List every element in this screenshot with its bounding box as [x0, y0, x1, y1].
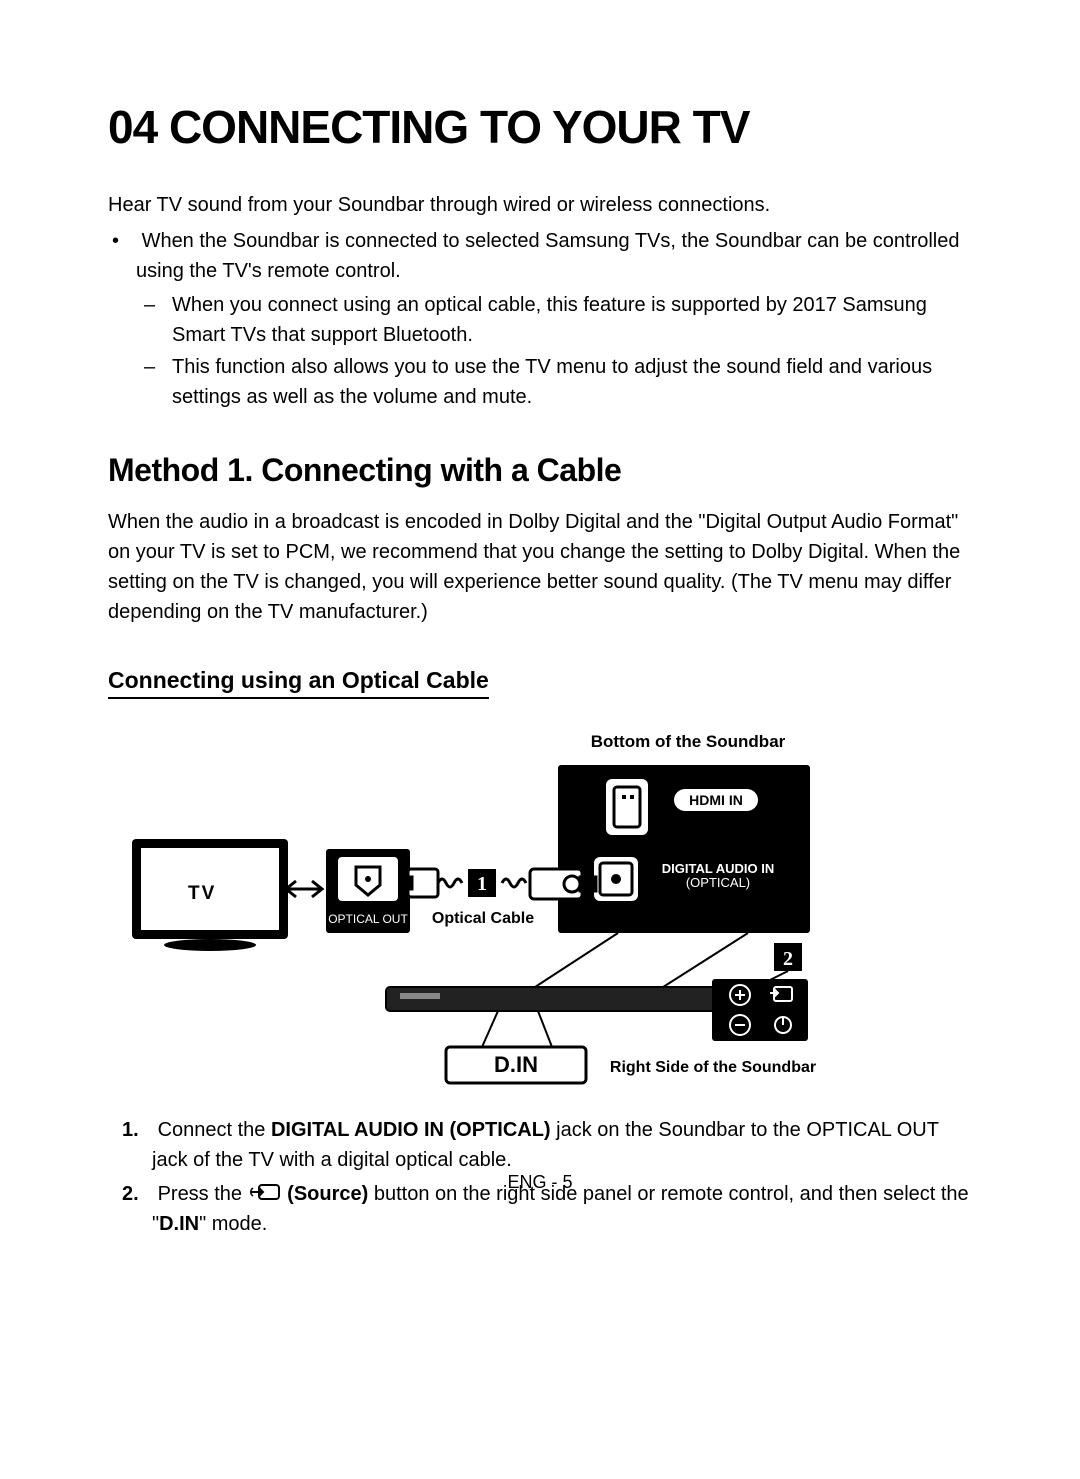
tv-illustration: TV: [132, 839, 288, 951]
intro-text: Hear TV sound from your Soundbar through…: [108, 190, 972, 220]
spring-right: [502, 879, 526, 887]
digital-audio-label: DIGITAL AUDIO IN: [662, 861, 774, 876]
din-label: D.IN: [494, 1052, 538, 1077]
right-side-panel: [712, 979, 808, 1041]
cable-left-plug: [404, 869, 438, 897]
din-box: D.IN: [446, 1047, 586, 1083]
step-bold: DIGITAL AUDIO IN (OPTICAL): [271, 1119, 551, 1141]
hdmi-in-label: HDMI IN: [689, 792, 743, 808]
digital-audio-sub: (OPTICAL): [686, 875, 750, 890]
soundbar-back-panel: HDMI IN DIGITAL AUDIO IN (OPTICAL): [558, 765, 810, 933]
right-side-label: Right Side of the Soundbar: [610, 1059, 816, 1076]
callout-line: [532, 933, 618, 989]
svg-text:2: 2: [783, 948, 793, 970]
bullet-text: When the Soundbar is connected to select…: [136, 230, 960, 282]
bullet-item: When the Soundbar is connected to select…: [136, 226, 972, 412]
step-bold: D.IN: [159, 1213, 199, 1235]
sub-heading: Connecting using an Optical Cable: [108, 667, 489, 699]
arrow-left: [286, 881, 322, 897]
step-text: " mode.: [199, 1213, 267, 1235]
cable-label: Optical Cable: [432, 910, 534, 927]
page-footer: ENG - 5: [0, 1172, 1080, 1193]
sub-item: This function also allows you to use the…: [172, 352, 972, 412]
step-text: Connect the: [158, 1119, 271, 1141]
page-title: 04 CONNECTING TO YOUR TV: [108, 100, 972, 154]
optical-out-label: OPTICAL OUT: [328, 912, 408, 926]
spring-left: [438, 879, 462, 887]
sub-item: When you connect using an optical cable,…: [172, 290, 972, 350]
method-paragraph: When the audio in a broadcast is encoded…: [108, 507, 972, 627]
bullet-list: When the Soundbar is connected to select…: [108, 226, 972, 412]
sub-dash-list: When you connect using an optical cable,…: [136, 290, 972, 412]
tv-label: TV: [188, 883, 216, 904]
method-heading: Method 1. Connecting with a Cable: [108, 452, 972, 489]
optical-out-box: OPTICAL OUT: [326, 849, 410, 933]
svg-text:1: 1: [477, 873, 487, 895]
top-label: Bottom of the Soundbar: [591, 732, 786, 751]
step-item: Connect the DIGITAL AUDIO IN (OPTICAL) j…: [152, 1115, 972, 1175]
connection-diagram: Bottom of the Soundbar HDMI IN DIGITAL A…: [108, 729, 972, 1089]
